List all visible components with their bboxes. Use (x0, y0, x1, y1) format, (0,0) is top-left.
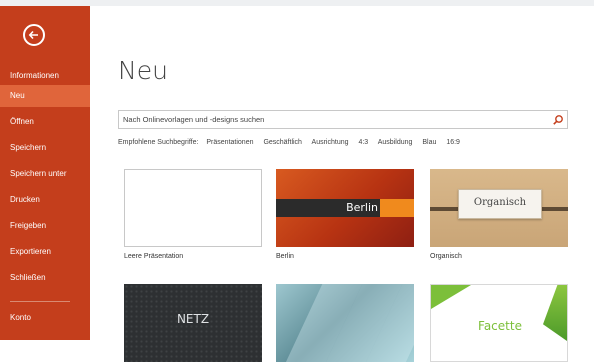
suggested-searches: Empfohlene Suchbegriffe: Präsentationen … (118, 139, 468, 146)
backstage-sidebar: Informationen Neu Öffnen Speichern Speic… (0, 6, 90, 340)
suggested-searches-label: Empfohlene Suchbegriffe: (118, 139, 199, 146)
template-label: Organisch (430, 253, 462, 260)
suggested-term[interactable]: Geschäftlich (263, 139, 302, 146)
search-icon[interactable] (552, 114, 564, 126)
sidebar-item-drucken[interactable]: Drucken (0, 189, 90, 211)
page-title: Neu (118, 56, 168, 85)
template-thumb-blank[interactable] (124, 169, 262, 247)
template-thumb-text: Organisch (473, 197, 527, 208)
template-search-input[interactable]: Nach Onlinevorlagen und -designs suchen (118, 110, 568, 129)
sidebar-item-freigeben[interactable]: Freigeben (0, 215, 90, 237)
template-thumb-text: Berlin (346, 201, 378, 214)
sidebar-item-schliessen[interactable]: Schließen (0, 267, 90, 289)
sidebar-item-konto[interactable]: Konto (0, 307, 90, 329)
berlin-orange-bar (380, 199, 414, 217)
search-placeholder: Nach Onlinevorlagen und -designs suchen (123, 115, 265, 124)
arrow-left-icon (28, 30, 38, 40)
sidebar-divider (10, 301, 70, 302)
sidebar-item-informationen[interactable]: Informationen (0, 65, 90, 87)
facette-green-corner (431, 285, 471, 309)
sidebar-item-exportieren[interactable]: Exportieren (0, 241, 90, 263)
template-thumb-text: Facette (478, 319, 522, 333)
template-label: Leere Präsentation (124, 253, 184, 260)
main-panel: Neu Nach Onlinevorlagen und -designs suc… (90, 6, 594, 362)
sidebar-item-speichern[interactable]: Speichern (0, 137, 90, 159)
organisch-card: Organisch (458, 189, 542, 219)
suggested-term[interactable]: Blau (422, 139, 436, 146)
template-thumb-text: NETZ (176, 312, 210, 326)
template-thumb-glass[interactable] (276, 284, 414, 362)
suggested-term[interactable]: 4:3 (358, 139, 368, 146)
template-thumb-netz[interactable]: NETZ (124, 284, 262, 362)
sidebar-item-speichern-unter[interactable]: Speichern unter (0, 163, 90, 185)
template-label: Berlin (276, 253, 294, 260)
template-thumb-facette[interactable]: Facette (430, 284, 568, 362)
suggested-term[interactable]: Ausbildung (378, 139, 413, 146)
suggested-term[interactable]: 16:9 (446, 139, 460, 146)
suggested-term[interactable]: Präsentationen (206, 139, 253, 146)
sidebar-item-oeffnen[interactable]: Öffnen (0, 111, 90, 133)
back-button[interactable] (23, 24, 45, 46)
sidebar-item-neu[interactable]: Neu (0, 85, 90, 107)
template-thumb-berlin[interactable]: Berlin (276, 169, 414, 247)
suggested-term[interactable]: Ausrichtung (312, 139, 349, 146)
template-thumb-organisch[interactable]: Organisch (430, 169, 568, 247)
